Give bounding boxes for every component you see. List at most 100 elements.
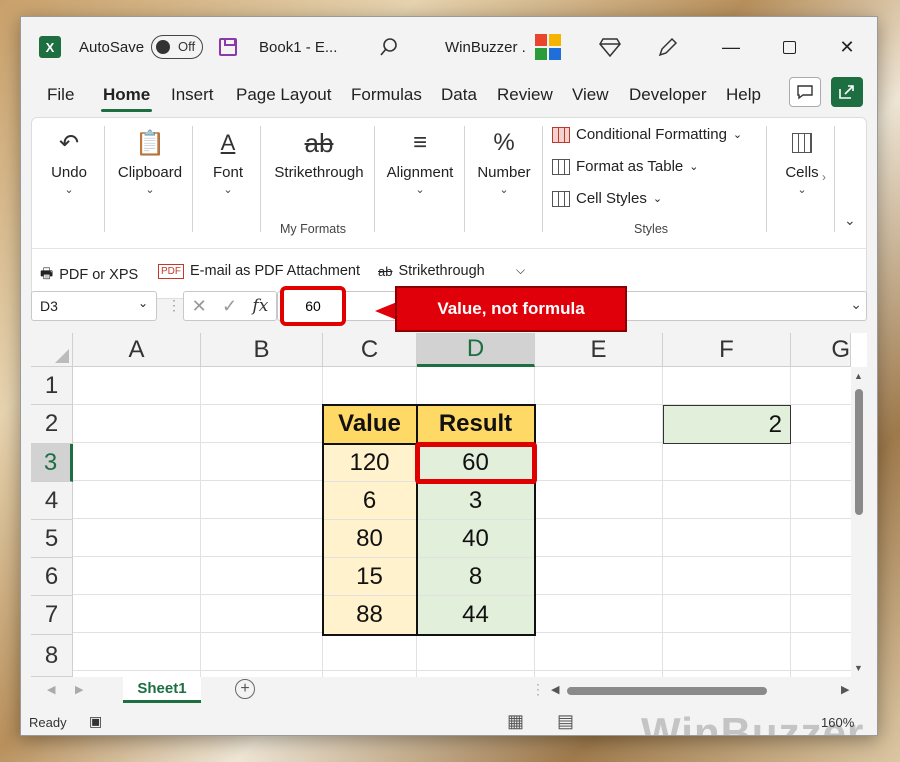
column-header-d[interactable]: D <box>417 333 535 367</box>
name-box[interactable]: D3 ⌄ <box>31 291 157 321</box>
cells-label: Cells <box>785 164 819 181</box>
column-header-a[interactable]: A <box>73 333 201 367</box>
table-cell-result[interactable]: 3 <box>417 482 535 520</box>
close-button[interactable]: ✕ <box>817 17 877 77</box>
select-all-button[interactable] <box>31 333 73 367</box>
excel-app-icon[interactable]: X <box>39 17 61 77</box>
clipboard-button[interactable]: 📋 Clipboard ⌄ <box>108 118 192 240</box>
font-button[interactable]: A Font ⌄ <box>196 118 260 240</box>
normal-view-icon[interactable]: ▦ <box>507 711 524 732</box>
autosave-toggle[interactable]: Off <box>151 17 203 77</box>
zoom-level[interactable]: 160% <box>821 715 854 730</box>
table-cell-result[interactable]: 8 <box>417 558 535 596</box>
table-header-value[interactable]: Value <box>323 405 417 444</box>
format-as-table-button[interactable]: Format as Table ⌄ <box>552 158 699 175</box>
chevron-right-icon[interactable]: › <box>822 170 826 184</box>
expand-formula-bar-icon[interactable]: ⌄ <box>850 296 862 313</box>
table-icon <box>552 158 570 175</box>
vertical-scrollbar[interactable]: ▲ ▼ <box>851 367 867 677</box>
column-header-c[interactable]: C <box>323 333 417 367</box>
email-pdf-button[interactable]: PDF E-mail as PDF Attachment <box>158 263 360 279</box>
column-header-g[interactable]: G <box>791 333 851 367</box>
row-header-2[interactable]: 2 <box>31 405 73 444</box>
cell-f2[interactable]: 2 <box>663 405 791 444</box>
customize-qat-button[interactable]: ⌵ <box>516 263 525 278</box>
accessibility-icon[interactable]: ▣ <box>89 713 102 730</box>
save-button[interactable] <box>219 17 237 77</box>
row-header-5[interactable]: 5 <box>31 520 73 558</box>
ribbon-panel: ↶ Undo ⌄ 📋 Clipboard ⌄ A Font ⌄ ab Strik… <box>31 117 867 299</box>
tab-developer[interactable]: Developer <box>627 81 709 109</box>
font-label: Font <box>212 164 243 181</box>
add-sheet-button[interactable]: + <box>235 679 255 699</box>
tab-insert[interactable]: Insert <box>169 81 216 109</box>
table-cell-value[interactable]: 6 <box>323 482 417 520</box>
formula-value: 60 <box>305 298 321 314</box>
horizontal-scroll-thumb[interactable] <box>567 687 767 695</box>
column-header-f[interactable]: F <box>663 333 791 367</box>
table-cell-value[interactable]: 80 <box>323 520 417 558</box>
pen-button[interactable] <box>657 17 679 77</box>
table-header-result[interactable]: Result <box>417 405 535 444</box>
chevron-down-icon: ⌄ <box>689 161 699 173</box>
vertical-scroll-thumb[interactable] <box>855 389 863 515</box>
minimize-button[interactable]: — <box>701 17 761 77</box>
number-button[interactable]: % Number ⌄ <box>468 118 540 240</box>
ribbon-collapse-button[interactable]: ⌄ <box>844 212 856 229</box>
search-button[interactable] <box>379 17 399 77</box>
maximize-icon <box>782 40 796 54</box>
document-title[interactable]: Book1 - E... <box>259 17 337 77</box>
scroll-left-icon[interactable]: ◀ <box>551 683 559 696</box>
conditional-formatting-button[interactable]: Conditional Formatting ⌄ <box>552 126 742 143</box>
tab-page-layout[interactable]: Page Layout <box>234 81 333 109</box>
column-header-b[interactable]: B <box>201 333 323 367</box>
share-button[interactable] <box>831 77 863 107</box>
cell-styles-button[interactable]: Cell Styles ⌄ <box>552 190 662 207</box>
sheet-tab-sheet1[interactable]: Sheet1 <box>123 677 201 703</box>
enter-icon[interactable]: ✓ <box>222 296 237 317</box>
table-cell-result[interactable]: 40 <box>417 520 535 558</box>
tab-data[interactable]: Data <box>439 81 479 109</box>
page-layout-view-icon[interactable]: ▤ <box>557 711 574 732</box>
alignment-button[interactable]: ≡ Alignment ⌄ <box>378 118 462 240</box>
alignment-label: Alignment <box>386 164 454 181</box>
table-cell-result[interactable]: 44 <box>417 596 535 635</box>
scroll-down-icon[interactable]: ▼ <box>854 663 863 673</box>
column-header-e[interactable]: E <box>535 333 663 367</box>
callout-pointer <box>375 302 397 320</box>
next-sheet-icon[interactable]: ▶ <box>75 683 83 696</box>
pdf-xps-button[interactable]: 🖶 PDF or XPS <box>40 263 138 287</box>
tab-formulas[interactable]: Formulas <box>349 81 424 109</box>
tab-home[interactable]: Home <box>101 81 153 112</box>
autosave-label: AutoSave <box>79 38 145 56</box>
row-header-7[interactable]: 7 <box>31 596 73 635</box>
table-cell-result[interactable]: 60 <box>417 444 535 482</box>
row-header-6[interactable]: 6 <box>31 558 73 596</box>
comments-button[interactable] <box>789 77 821 107</box>
row-header-3[interactable]: 3 <box>31 444 73 482</box>
strikethrough-icon: ab <box>378 263 393 279</box>
scroll-right-icon[interactable]: ▶ <box>841 683 849 696</box>
undo-button[interactable]: ↶ Undo ⌄ <box>36 118 102 240</box>
cells-button[interactable]: Cells ⌄ <box>776 118 828 240</box>
row-header-8[interactable]: 8 <box>31 635 73 677</box>
tab-help[interactable]: Help <box>724 81 763 109</box>
table-cell-value[interactable]: 120 <box>323 444 417 482</box>
row-header-1[interactable]: 1 <box>31 367 73 405</box>
row-header-4[interactable]: 4 <box>31 482 73 520</box>
cancel-icon[interactable]: ✕ <box>192 296 207 317</box>
tab-view[interactable]: View <box>570 81 611 109</box>
account-name[interactable]: WinBuzzer . <box>445 17 526 77</box>
tab-review[interactable]: Review <box>495 81 555 109</box>
table-cell-value[interactable]: 88 <box>323 596 417 635</box>
tab-file[interactable]: File <box>45 81 76 109</box>
scroll-up-icon[interactable]: ▲ <box>854 371 863 381</box>
premium-button[interactable] <box>599 17 621 77</box>
maximize-button[interactable] <box>759 17 819 77</box>
qat-strikethrough-button[interactable]: ab Strikethrough <box>378 263 485 279</box>
table-cell-value[interactable]: 15 <box>323 558 417 596</box>
formula-input[interactable]: 60 Value, not formula ⌄ <box>277 286 867 332</box>
account-avatar[interactable] <box>533 17 563 77</box>
previous-sheet-icon[interactable]: ◀ <box>47 683 55 696</box>
insert-function-button[interactable]: fx <box>252 296 268 316</box>
